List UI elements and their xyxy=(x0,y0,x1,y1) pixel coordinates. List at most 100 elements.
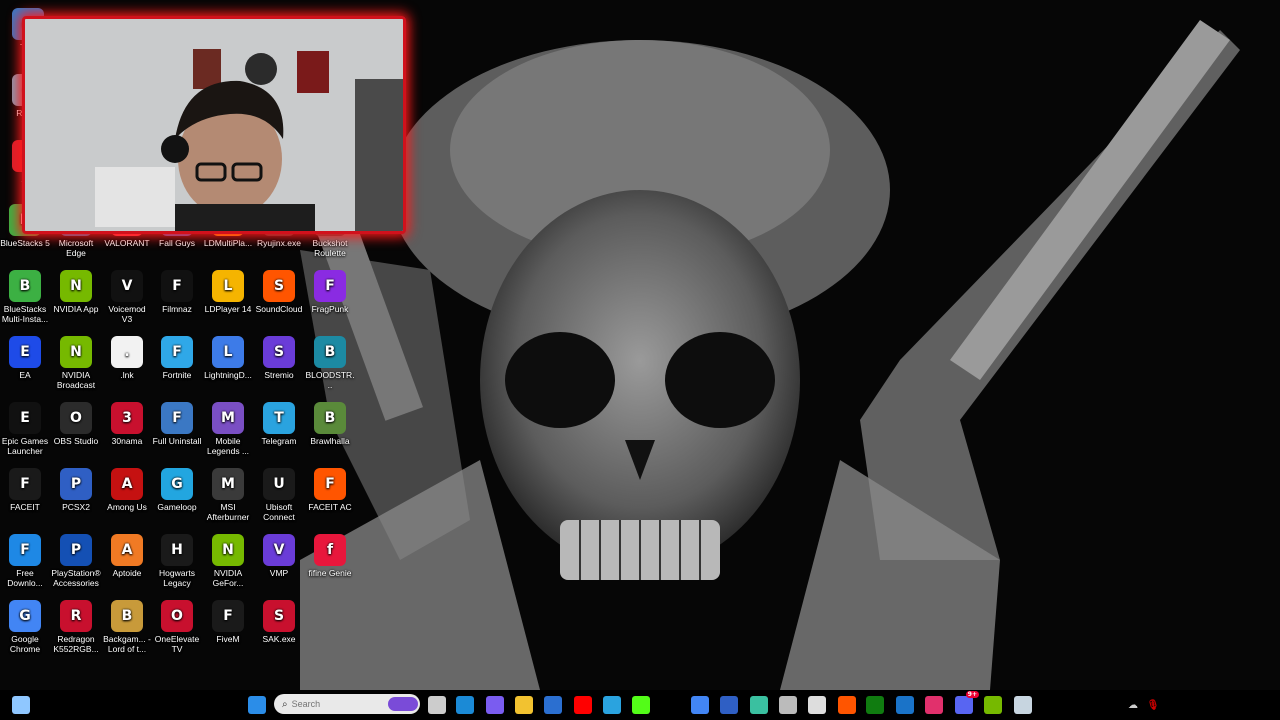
taskbar-pcsx2-icon[interactable] xyxy=(720,696,738,714)
desktop-icon-fifine[interactable]: f fifine Genie xyxy=(305,534,355,578)
desktop-icon-gameloop[interactable]: G Gameloop xyxy=(152,468,202,512)
taskbar-xbox-icon[interactable] xyxy=(866,696,884,714)
bloodstrike-icon: B xyxy=(314,336,346,368)
desktop-icon-file[interactable]: . .lnk xyxy=(102,336,152,380)
desktop-icon-ubisoft[interactable]: U Ubisoft Connect xyxy=(254,468,304,522)
desktop-icon-label: MSI Afterburner xyxy=(206,502,250,522)
file-icon: . xyxy=(111,336,143,368)
voicemod-icon: V xyxy=(111,270,143,302)
desktop-icon-label: Backgam... - Lord of t... xyxy=(103,634,151,654)
desktop-icon-fortnite[interactable]: F Fortnite xyxy=(152,336,202,380)
taskbar-kick-icon[interactable] xyxy=(632,696,650,714)
taskbar-youtube-icon[interactable] xyxy=(574,696,592,714)
desktop-icon-label: OBS Studio xyxy=(53,436,99,446)
taskbar-chrome-icon[interactable] xyxy=(691,696,709,714)
desktop-icon-sak[interactable]: S SAK.exe xyxy=(254,600,304,644)
taskbar-task-view-icon[interactable] xyxy=(428,696,446,714)
taskbar-search-box[interactable]: ⌕ xyxy=(274,694,420,714)
desktop-icon-pcsx2[interactable]: P PCSX2 xyxy=(51,468,101,512)
desktop-icon-faceit-ac[interactable]: F FACEIT AC xyxy=(305,468,355,512)
desktop-icon-chrome[interactable]: G Google Chrome xyxy=(0,600,50,654)
desktop-icon-fivem[interactable]: F FiveM xyxy=(203,600,253,644)
desktop-icon-faceit[interactable]: F FACEIT xyxy=(0,468,50,512)
desktop-icon-backgammon[interactable]: B Backgam... - Lord of t... xyxy=(102,600,152,654)
desktop-icon-label: SoundCloud xyxy=(255,304,303,314)
desktop-icon-free-download[interactable]: F Free Downlo... xyxy=(0,534,50,588)
desktop-icon-voicemod[interactable]: V Voicemod V3 xyxy=(102,270,152,324)
desktop-icon-label: OneElevate TV xyxy=(154,634,200,654)
desktop-icon-oneelevate[interactable]: O OneElevate TV xyxy=(152,600,202,654)
desktop-icon-label: Epic Games Launcher xyxy=(1,436,49,456)
desktop-icon-vmp[interactable]: V VMP xyxy=(254,534,304,578)
desktop-icon-hogwarts[interactable]: H Hogwarts Legacy xyxy=(152,534,202,588)
desktop-icon-30nama[interactable]: 3 30nama xyxy=(102,402,152,446)
desktop-icon-label: VMP xyxy=(269,568,289,578)
desktop-icon-nvidia-app[interactable]: N NVIDIA App xyxy=(51,270,101,314)
taskbar-edge-icon[interactable] xyxy=(456,696,474,714)
desktop-icon-label: Google Chrome xyxy=(9,634,41,654)
desktop-icon-label: Fortnite xyxy=(162,370,192,380)
desktop-icon-label: Ryujinx.exe xyxy=(257,238,301,248)
taskbar-steam-icon[interactable] xyxy=(1014,696,1032,714)
desktop-icon-ea[interactable]: E EA xyxy=(0,336,50,380)
desktop-icon-label: VALORANT xyxy=(104,238,150,248)
taskbar-telegram-icon[interactable] xyxy=(603,696,621,714)
redragon-icon: R xyxy=(60,600,92,632)
desktop-icon-filmnaz[interactable]: F Filmnaz xyxy=(152,270,202,314)
desktop-icon-among-us[interactable]: A Among Us xyxy=(102,468,152,512)
desktop-icon-fragpunk[interactable]: F FragPunk xyxy=(305,270,355,314)
faceit-icon: F xyxy=(9,468,41,500)
soundcloud-icon: S xyxy=(263,270,295,302)
desktop-icon-bluestacks-multi[interactable]: B BlueStacks Multi-Insta... xyxy=(0,270,50,324)
search-input[interactable] xyxy=(291,699,388,709)
onedrive-icon[interactable]: ☁ xyxy=(1124,696,1142,714)
desktop-icon-label: Buckshot Roulette xyxy=(312,238,348,258)
taskbar-logitech-icon[interactable] xyxy=(808,696,826,714)
faceit-ac-icon: F xyxy=(314,468,346,500)
desktop-icon-label: LightningD... xyxy=(204,370,252,380)
desktop-icon-label: EA xyxy=(19,370,31,380)
vmp-icon: V xyxy=(263,534,295,566)
taskbar-discord-icon[interactable]: 9+ xyxy=(955,691,979,714)
taskbar-soundcloud-icon[interactable] xyxy=(838,696,856,714)
desktop-icon-label: FACEIT AC xyxy=(308,502,352,512)
ea-icon: E xyxy=(9,336,41,368)
obs-icon: O xyxy=(60,402,92,434)
taskbar-windows-start-icon[interactable] xyxy=(248,696,266,714)
taskbar-store-icon[interactable] xyxy=(544,696,562,714)
desktop-icon-soundcloud[interactable]: S SoundCloud xyxy=(254,270,304,314)
taskbar-weather-icon[interactable] xyxy=(12,696,30,714)
desktop-icon-uninstall[interactable]: F Full Uninstall xyxy=(152,402,202,446)
desktop-icon-nvidia-broadcast[interactable]: N NVIDIA Broadcast xyxy=(51,336,101,390)
desktop-icon-mobile-legends[interactable]: M Mobile Legends ... xyxy=(203,402,253,456)
desktop-icon-label: Aptoide xyxy=(112,568,142,578)
desktop-icon-obs[interactable]: O OBS Studio xyxy=(51,402,101,446)
microphone-icon[interactable]: 🎙 xyxy=(1144,696,1162,714)
desktop-icon-aptoide[interactable]: A Aptoide xyxy=(102,534,152,578)
desktop-icon-epic-games[interactable]: E Epic Games Launcher xyxy=(0,402,50,456)
uninstall-icon: F xyxy=(161,402,193,434)
desktop-icon-playstation[interactable]: P PlayStation® Accessories xyxy=(51,534,101,588)
desktop-icon-bloodstrike[interactable]: B BLOODSTR... xyxy=(305,336,355,390)
desktop-icon-stremio[interactable]: S Stremio xyxy=(254,336,304,380)
taskbar-outlook-icon[interactable] xyxy=(896,696,914,714)
desktop-icon-telegram[interactable]: T Telegram xyxy=(254,402,304,446)
fragpunk-icon: F xyxy=(314,270,346,302)
desktop-icon-label: BlueStacks Multi-Insta... xyxy=(1,304,49,324)
desktop-icon-msi-afterburner[interactable]: M MSI Afterburner xyxy=(203,468,253,522)
taskbar-app-icon[interactable] xyxy=(750,696,768,714)
desktop-icon-label: SAK.exe xyxy=(262,634,296,644)
taskbar-copilot-icon[interactable] xyxy=(486,696,504,714)
taskbar-settings-icon[interactable] xyxy=(779,696,797,714)
desktop-icon-redragon[interactable]: R Redragon K552RGB... xyxy=(51,600,101,654)
taskbar-nvidia-icon[interactable] xyxy=(984,696,1002,714)
desktop-icon-geforce[interactable]: N NVIDIA GeFor... xyxy=(203,534,253,588)
taskbar-instagram-icon[interactable] xyxy=(925,696,943,714)
desktop-icon-label: Stremio xyxy=(264,370,294,380)
desktop-icon-ldplayer[interactable]: L LDPlayer 14 xyxy=(203,270,253,314)
desktop-icon-lightning[interactable]: L LightningD... xyxy=(203,336,253,380)
taskbar-file-explorer-icon[interactable] xyxy=(515,696,533,714)
30nama-icon: 3 xyxy=(111,402,143,434)
desktop-icon-brawlhalla[interactable]: B Brawlhalla xyxy=(305,402,355,446)
webcam-feed xyxy=(25,19,403,231)
